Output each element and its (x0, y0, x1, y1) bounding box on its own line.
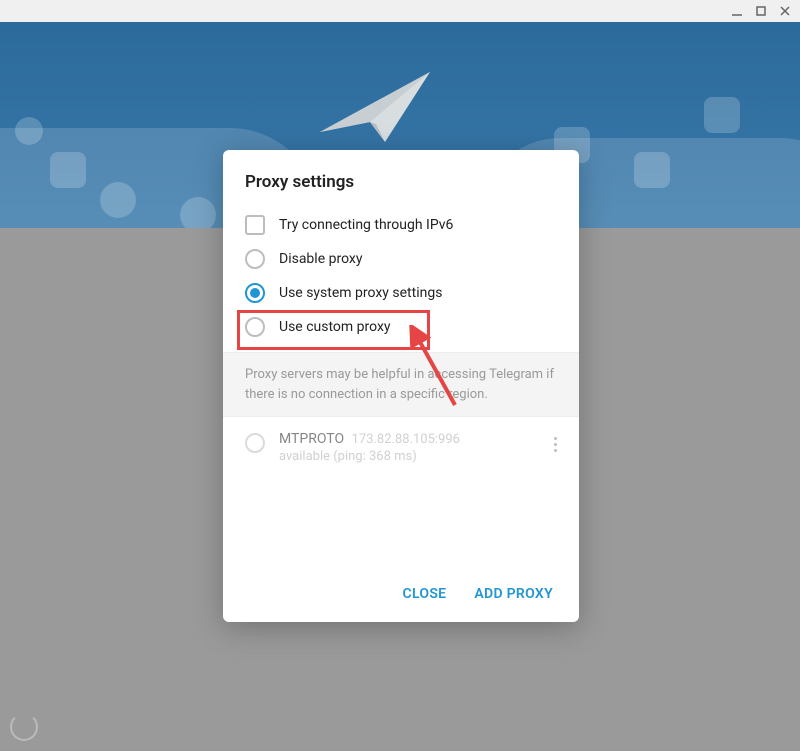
option-system-proxy[interactable]: Use system proxy settings (245, 276, 557, 310)
more-options-icon[interactable] (545, 431, 565, 452)
option-label: Use system proxy settings (279, 285, 442, 301)
option-label: Use custom proxy (279, 319, 391, 335)
close-button[interactable]: CLOSE (403, 586, 447, 602)
proxy-address: 173.82.88.105:996 (352, 432, 460, 447)
people-icon (15, 117, 43, 145)
headphones-icon (100, 182, 136, 218)
add-proxy-button[interactable]: ADD PROXY (474, 586, 553, 602)
radio-icon (245, 433, 265, 453)
proxy-settings-dialog: Proxy settings Try connecting through IP… (223, 150, 579, 622)
maximize-button[interactable] (754, 4, 768, 18)
proxy-info-text: Proxy servers may be helpful in accessin… (223, 352, 579, 417)
radio-icon (245, 317, 265, 337)
proxy-status: available (ping: 368 ms) (279, 449, 545, 464)
option-ipv6[interactable]: Try connecting through IPv6 (245, 208, 557, 242)
proxy-options: Try connecting through IPv6 Disable prox… (223, 208, 579, 352)
option-label: Disable proxy (279, 251, 362, 267)
proxy-item[interactable]: MTPROTO 173.82.88.105:996 available (pin… (245, 431, 565, 464)
checkbox-icon (245, 215, 265, 235)
music-note-icon (50, 152, 86, 188)
photo-icon (634, 152, 670, 188)
option-custom-proxy[interactable]: Use custom proxy (245, 310, 557, 344)
camera-icon (180, 197, 216, 228)
minimize-button[interactable] (730, 4, 744, 18)
dialog-title: Proxy settings (223, 150, 579, 208)
proxy-protocol: MTPROTO (279, 431, 344, 447)
loading-spinner-icon[interactable] (10, 713, 38, 741)
close-window-button[interactable] (778, 4, 792, 18)
radio-icon (245, 249, 265, 269)
paper-plane-icon (310, 62, 440, 152)
option-label: Try connecting through IPv6 (279, 217, 453, 233)
window-titlebar (0, 0, 800, 22)
dialog-footer: CLOSE ADD PROXY (223, 568, 579, 622)
lock-icon (704, 97, 740, 133)
radio-icon (245, 283, 265, 303)
option-disable-proxy[interactable]: Disable proxy (245, 242, 557, 276)
proxy-list: MTPROTO 173.82.88.105:996 available (pin… (223, 417, 579, 568)
